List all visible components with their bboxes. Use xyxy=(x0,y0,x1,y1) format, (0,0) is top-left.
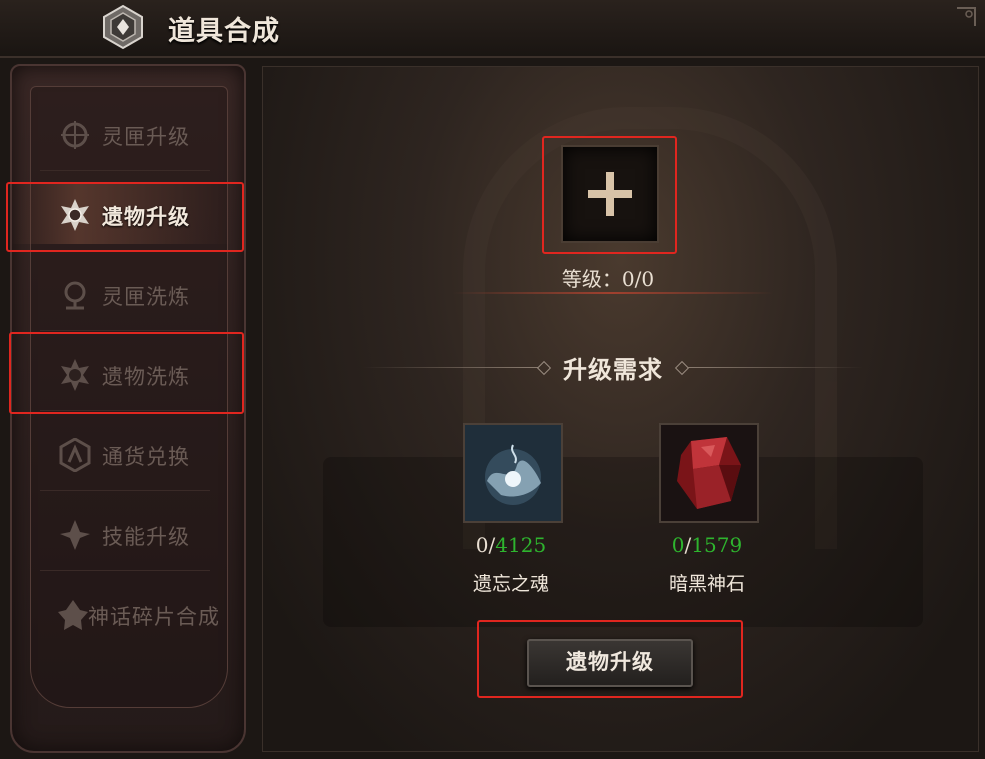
sidebar-item-label: 通货兑换 xyxy=(102,445,190,469)
ornament-icon xyxy=(957,7,976,26)
material-slot-forgotten-soul[interactable] xyxy=(463,423,563,523)
diamond-icon xyxy=(536,360,552,376)
need-count: 4125 xyxy=(495,533,547,557)
skill-icon xyxy=(60,520,90,550)
sidebar-item-label: 神话碎片合成 xyxy=(88,605,220,629)
sidebar-divider xyxy=(40,570,210,571)
material-slot-dark-stone[interactable] xyxy=(659,423,759,523)
sidebar-item-label: 灵匣洗炼 xyxy=(102,285,190,309)
header-line-left xyxy=(363,367,538,368)
forgotten-soul-icon xyxy=(465,425,561,521)
highlight-box-relic-refine-tab xyxy=(9,332,244,414)
have-count: 0 xyxy=(475,533,489,557)
title-bar: 道具合成 xyxy=(0,0,985,58)
requirements-title: 升级需求 xyxy=(563,355,663,384)
background-table xyxy=(323,457,923,627)
sidebar-item-currency-exchange[interactable]: 通货兑换 xyxy=(10,424,234,484)
sidebar-item-spirit-box-upgrade[interactable]: 灵匣升级 xyxy=(10,104,234,164)
currency-exchange-icon xyxy=(59,438,91,472)
highlight-box-upgrade-button xyxy=(477,620,743,698)
requirements-header: 升级需求 xyxy=(363,353,863,384)
diamond-icon xyxy=(674,360,690,376)
page-title: 道具合成 xyxy=(168,16,280,47)
dark-stone-icon xyxy=(661,425,757,521)
sidebar-divider xyxy=(40,170,210,171)
spirit-box-refine-icon xyxy=(64,281,86,310)
sidebar-item-label: 技能升级 xyxy=(102,525,190,549)
material-count: 0/4125 xyxy=(436,533,586,557)
highlight-box-relic-upgrade-tab xyxy=(6,182,244,252)
myth-shard-icon xyxy=(58,600,88,630)
spirit-box-icon xyxy=(61,121,89,149)
material-count: 0/1579 xyxy=(632,533,782,557)
have-count: 0 xyxy=(671,533,685,557)
need-count: 1579 xyxy=(691,533,743,557)
sidebar-item-label: 灵匣升级 xyxy=(102,125,190,149)
material-name: 遗忘之魂 xyxy=(472,573,549,595)
level-text: 等级：0/0 xyxy=(561,267,655,291)
sidebar-item-skill-upgrade[interactable]: 技能升级 xyxy=(10,504,234,564)
crafting-badge-icon xyxy=(103,4,143,50)
glow-divider xyxy=(453,292,773,294)
sidebar-item-myth-shard-synthesis[interactable]: 神话碎片合成 xyxy=(10,584,234,644)
sidebar-divider xyxy=(40,330,210,331)
material-name: 暗黑神石 xyxy=(668,573,745,595)
sidebar-divider xyxy=(40,490,210,491)
highlight-box-relic-slot xyxy=(542,136,677,254)
sidebar-item-spirit-box-refine[interactable]: 灵匣洗炼 xyxy=(10,264,234,324)
header-line-right xyxy=(688,367,863,368)
